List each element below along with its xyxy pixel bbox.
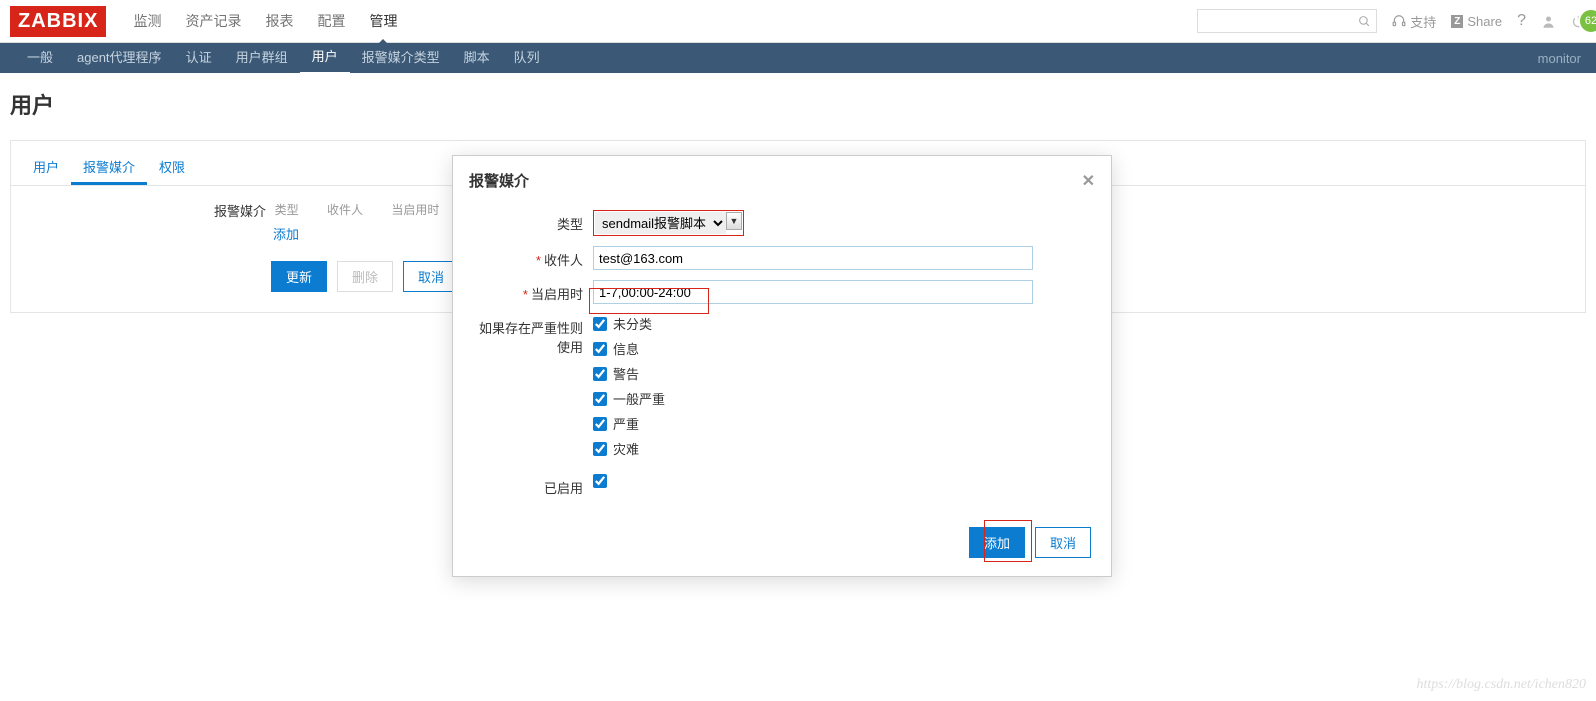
search-input[interactable] bbox=[1197, 9, 1377, 33]
nav-config[interactable]: 配置 bbox=[305, 0, 357, 43]
page-title: 用户 bbox=[0, 73, 1596, 135]
recipient-input[interactable] bbox=[593, 246, 1033, 270]
subnav-scripts[interactable]: 脚本 bbox=[452, 43, 502, 73]
nav-inventory[interactable]: 资产记录 bbox=[173, 0, 253, 43]
enabled-checkbox[interactable] bbox=[593, 474, 607, 488]
watermark: https://blog.csdn.net/ichen820 bbox=[1416, 677, 1586, 693]
nav-admin[interactable]: 管理 bbox=[357, 0, 409, 43]
subnav-queue[interactable]: 队列 bbox=[502, 43, 552, 73]
support-label: 支持 bbox=[1410, 12, 1436, 31]
z-icon: Z bbox=[1451, 15, 1463, 28]
label-recipient: *收件人 bbox=[473, 246, 593, 269]
top-right: 支持 Z Share ? 62 bbox=[1197, 9, 1586, 33]
modal-footer: 添加 取消 bbox=[453, 527, 1111, 576]
sub-nav: 一般 agent代理程序 认证 用户群组 用户 报警媒介类型 脚本 队列 mon… bbox=[0, 43, 1596, 73]
support-link[interactable]: 支持 bbox=[1392, 12, 1436, 31]
subnav-general[interactable]: 一般 bbox=[15, 43, 65, 73]
modal-body: 类型 sendmail报警脚本 ▼ *收件人 *当启用时 如果存在严重性则使用 … bbox=[453, 205, 1111, 527]
media-modal: 报警媒介 ✕ 类型 sendmail报警脚本 ▼ *收件人 *当启用时 如果存在… bbox=[452, 155, 1112, 577]
type-select-wrap: sendmail报警脚本 ▼ bbox=[593, 210, 744, 236]
update-button[interactable]: 更新 bbox=[271, 261, 327, 292]
tab-media[interactable]: 报警媒介 bbox=[71, 151, 147, 185]
label-type: 类型 bbox=[473, 210, 593, 233]
label-when: *当启用时 bbox=[473, 280, 593, 303]
main-nav: 监测 资产记录 报表 配置 管理 bbox=[121, 0, 409, 43]
tab-user[interactable]: 用户 bbox=[21, 151, 71, 185]
subnav-right-label: monitor bbox=[1538, 51, 1581, 66]
user-icon[interactable] bbox=[1541, 14, 1556, 29]
th-type: 类型 bbox=[275, 201, 299, 218]
cb-label: 未分类 bbox=[613, 314, 652, 333]
when-active-input[interactable] bbox=[593, 280, 1033, 304]
cb-notclassified[interactable] bbox=[593, 317, 607, 331]
chevron-down-icon[interactable]: ▼ bbox=[726, 212, 742, 230]
close-icon[interactable]: ✕ bbox=[1082, 171, 1095, 191]
cancel-button[interactable]: 取消 bbox=[403, 261, 459, 292]
nav-monitoring[interactable]: 监测 bbox=[121, 0, 173, 43]
add-media-link[interactable]: 添加 bbox=[273, 224, 299, 243]
subnav-proxy[interactable]: agent代理程序 bbox=[65, 43, 174, 73]
logo: ZABBIX bbox=[10, 6, 106, 37]
cb-average[interactable] bbox=[593, 392, 607, 406]
label-enabled: 已启用 bbox=[473, 474, 593, 497]
label-severity: 如果存在严重性则使用 bbox=[473, 314, 593, 356]
modal-header: 报警媒介 ✕ bbox=[453, 156, 1111, 205]
modal-add-button[interactable]: 添加 bbox=[969, 527, 1025, 558]
severity-checkboxes: 未分类 信息 警告 一般严重 严重 灾难 bbox=[593, 314, 665, 464]
subnav-auth[interactable]: 认证 bbox=[174, 43, 224, 73]
modal-title: 报警媒介 bbox=[469, 170, 529, 191]
th-when: 当启用时 bbox=[391, 201, 439, 218]
notification-badge[interactable]: 62 bbox=[1578, 8, 1596, 34]
cb-label: 警告 bbox=[613, 364, 639, 383]
help-icon[interactable]: ? bbox=[1517, 12, 1526, 30]
cb-label: 灾难 bbox=[613, 439, 639, 458]
cb-label: 信息 bbox=[613, 339, 639, 358]
share-link[interactable]: Z Share bbox=[1451, 14, 1502, 29]
nav-reports[interactable]: 报表 bbox=[253, 0, 305, 43]
th-recipient: 收件人 bbox=[327, 201, 363, 218]
search-icon bbox=[1358, 15, 1371, 28]
modal-cancel-button[interactable]: 取消 bbox=[1035, 527, 1091, 558]
share-label: Share bbox=[1467, 14, 1502, 29]
subnav-usergroups[interactable]: 用户群组 bbox=[224, 43, 300, 73]
headset-icon bbox=[1392, 14, 1406, 28]
tab-permissions[interactable]: 权限 bbox=[147, 151, 197, 185]
subnav-users[interactable]: 用户 bbox=[300, 42, 350, 75]
cb-disaster[interactable] bbox=[593, 442, 607, 456]
cb-warning[interactable] bbox=[593, 367, 607, 381]
delete-button: 删除 bbox=[337, 261, 393, 292]
cb-high[interactable] bbox=[593, 417, 607, 431]
media-label: 报警媒介 bbox=[211, 201, 266, 220]
cb-label: 一般严重 bbox=[613, 389, 665, 408]
type-select[interactable]: sendmail报警脚本 bbox=[595, 212, 726, 234]
top-bar: ZABBIX 监测 资产记录 报表 配置 管理 支持 Z Share ? 62 bbox=[0, 0, 1596, 43]
cb-label: 严重 bbox=[613, 414, 639, 433]
media-table-header: 类型 收件人 当启用时 bbox=[275, 203, 465, 217]
cb-info[interactable] bbox=[593, 342, 607, 356]
subnav-mediatypes[interactable]: 报警媒介类型 bbox=[350, 43, 452, 73]
